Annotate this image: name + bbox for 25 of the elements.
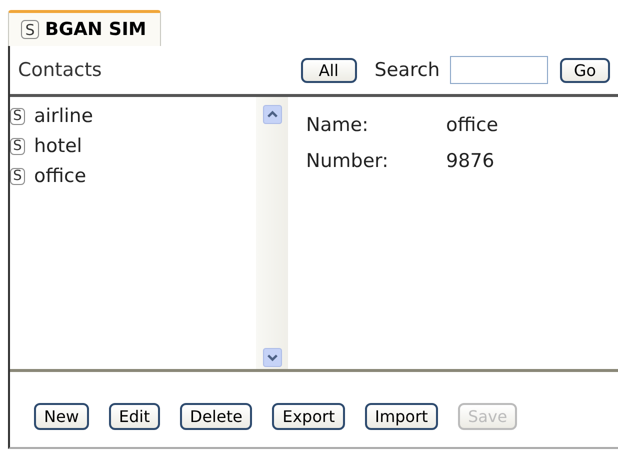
action-button[interactable]: Delete: [180, 402, 252, 430]
scroll-up-icon[interactable]: [262, 105, 282, 124]
search-label: Search: [374, 59, 440, 82]
tab[interactable]: S BGAN SIM: [8, 10, 162, 46]
scrollbar[interactable]: [256, 97, 288, 369]
contact-item[interactable]: office: [34, 165, 86, 188]
action-button[interactable]: Export: [272, 402, 345, 430]
field-value: office: [446, 114, 498, 136]
section-title: Contacts: [18, 59, 103, 82]
field-value: 9876: [446, 150, 494, 172]
sim-badge: S: [10, 108, 25, 125]
sim-badge: S: [10, 168, 25, 185]
go-button[interactable]: Go: [560, 58, 610, 83]
contact-item[interactable]: airline: [34, 105, 94, 128]
field-label: Number:: [306, 150, 390, 172]
action-button[interactable]: Edit: [108, 402, 160, 430]
action-button[interactable]: Import: [364, 402, 438, 430]
scroll-down-icon[interactable]: [262, 348, 282, 367]
action-button[interactable]: New: [34, 402, 89, 430]
search-field[interactable]: [450, 56, 548, 84]
field-label: Name:: [306, 114, 370, 136]
all-button[interactable]: All: [300, 58, 357, 83]
sim-badge: S: [21, 20, 39, 39]
sim-badge: S: [10, 138, 25, 155]
contact-item[interactable]: hotel: [34, 135, 82, 158]
